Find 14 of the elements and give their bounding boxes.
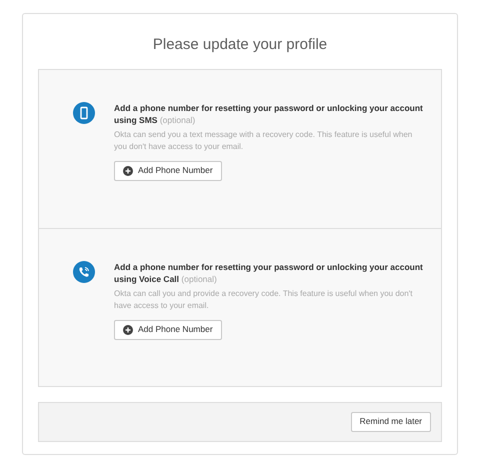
optional-label: (optional) (181, 274, 217, 284)
page-title: Please update your profile (152, 35, 328, 55)
plus-circle-icon (123, 166, 133, 176)
section-description: Okta can send you a text message with a recovery code. This feature is useful when you don't have access to your email. (114, 128, 414, 152)
section-description: Okta can call you and provide a recovery code. This feature is useful when you don't have access to your email. (114, 288, 414, 312)
phone-call-icon (73, 260, 95, 282)
remind-later-button[interactable]: Remind me later (350, 412, 431, 432)
plus-circle-icon (123, 324, 133, 334)
mobile-phone-icon (73, 102, 95, 124)
section-heading: Add a phone number for resetting your password or unlocking your account using Voice Call (optional) (114, 260, 424, 284)
add-phone-button[interactable]: Add Phone Number (114, 320, 222, 340)
add-phone-button[interactable]: Add Phone Number (114, 160, 222, 180)
optional-label: (optional) (160, 114, 196, 124)
section-heading: Add a phone number for resetting your password or unlocking your account using SMS (optional) (114, 102, 424, 126)
